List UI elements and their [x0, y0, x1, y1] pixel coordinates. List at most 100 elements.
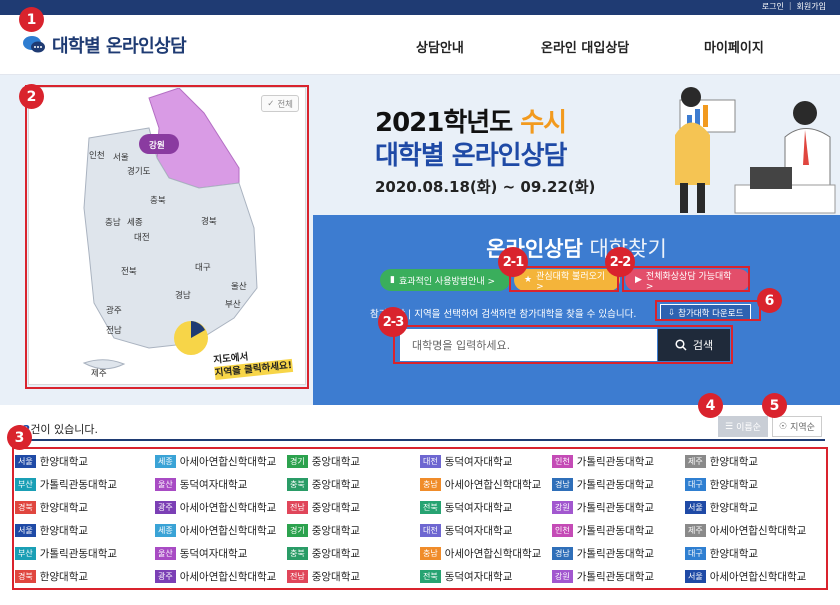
hero-title-line2: 대학별 온라인상담	[375, 141, 567, 171]
university-name: 가톨릭관동대학교	[39, 547, 118, 560]
search-button[interactable]: 검색	[658, 329, 730, 361]
map-label-daejeon[interactable]: 대전	[134, 231, 150, 243]
signup-link[interactable]: 회원가입	[797, 1, 826, 12]
university-item[interactable]: 충북 중앙대학교	[287, 542, 360, 564]
map-label-jeonnam[interactable]: 전남	[106, 324, 122, 336]
map-label-jeju[interactable]: 제주	[91, 367, 107, 379]
university-item[interactable]: 대전 동덕여자대학교	[420, 450, 512, 472]
download-label: 참가대학 다운로드	[678, 308, 744, 319]
university-item[interactable]: 서울 한양대학교	[685, 496, 758, 518]
map-label-busan[interactable]: 부산	[225, 298, 241, 310]
map-label-seoul[interactable]: 서울	[113, 151, 129, 163]
sort-by-name-button[interactable]: ☰ 이름순	[718, 416, 768, 437]
university-item[interactable]: 광주 아세아연합신학대학교	[155, 496, 276, 518]
university-name: 한양대학교	[709, 501, 759, 514]
sort-by-region-button[interactable]: ☉ 지역순	[772, 416, 822, 437]
site-logo[interactable]: 대학별 온라인상담	[22, 32, 187, 58]
university-name: 한양대학교	[709, 547, 759, 560]
region-tag: 경기	[287, 454, 308, 468]
login-link[interactable]: 로그인	[762, 1, 784, 12]
map-label-sejong[interactable]: 세종	[127, 216, 143, 228]
map-label-chungnam[interactable]: 충남	[105, 216, 121, 228]
university-name: 한양대학교	[709, 478, 759, 491]
region-tag: 제주	[685, 523, 706, 537]
map-label-gyeongnam[interactable]: 경남	[175, 289, 191, 301]
usage-guide-button[interactable]: ▮ 효과적인 사용방법안내 >	[380, 269, 510, 291]
list-icon: ☰	[725, 421, 734, 432]
university-item[interactable]: 충북 중앙대학교	[287, 473, 360, 495]
region-tag: 울산	[155, 477, 176, 491]
university-item[interactable]: 광주 아세아연합신학대학교	[155, 565, 276, 587]
university-item[interactable]: 울산 동덕여자대학교	[155, 542, 247, 564]
university-item[interactable]: 서울 한양대학교	[15, 519, 88, 541]
nav-consult-info[interactable]: 상담안내	[416, 37, 464, 56]
map-label-incheon[interactable]: 인천	[89, 149, 105, 161]
university-item[interactable]: 제주 한양대학교	[685, 450, 758, 472]
university-item[interactable]: 인천 가톨릭관동대학교	[552, 519, 654, 541]
university-item[interactable]: 서울 아세아연합신학대학교	[685, 565, 806, 587]
university-item[interactable]: 전북 동덕여자대학교	[420, 565, 512, 587]
map-label-gyeongbuk[interactable]: 경북	[201, 215, 217, 227]
university-search-input[interactable]	[400, 329, 657, 361]
region-tag: 경남	[552, 546, 573, 560]
nav-online-admission[interactable]: 온라인 대입상담	[541, 37, 629, 56]
region-tag: 강원	[552, 500, 573, 514]
university-item[interactable]: 부산 가톨릭관동대학교	[15, 542, 117, 564]
region-tag: 광주	[155, 569, 176, 583]
university-item[interactable]: 대구 한양대학교	[685, 542, 758, 564]
university-item[interactable]: 경기 중앙대학교	[287, 450, 360, 472]
result-count-suffix: 건이 있습니다.	[30, 423, 99, 436]
university-item[interactable]: 인천 가톨릭관동대학교	[552, 450, 654, 472]
region-tag: 부산	[15, 477, 36, 491]
university-item[interactable]: 대구 한양대학교	[685, 473, 758, 495]
university-item[interactable]: 전남 중앙대학교	[287, 496, 360, 518]
map-label-gyeonggi[interactable]: 경기도	[127, 165, 150, 177]
speech-bubble-icon: ▮	[390, 275, 395, 285]
university-item[interactable]: 부산 가톨릭관동대학교	[15, 473, 117, 495]
university-name: 가톨릭관동대학교	[576, 524, 655, 537]
university-item[interactable]: 세종 아세아연합신학대학교	[155, 519, 276, 541]
annotation-badge-6: 6	[757, 288, 782, 313]
university-item[interactable]: 경남 가톨릭관동대학교	[552, 542, 654, 564]
university-item[interactable]: 경기 중앙대학교	[287, 519, 360, 541]
search-button-label: 검색	[692, 339, 714, 352]
download-universities-button[interactable]: ⇩ 참가대학 다운로드	[660, 304, 752, 321]
university-item[interactable]: 강원 가톨릭관동대학교	[552, 496, 654, 518]
map-label-jeonbuk[interactable]: 전북	[121, 265, 137, 277]
region-tag: 광주	[155, 500, 176, 514]
university-item[interactable]: 울산 동덕여자대학교	[155, 473, 247, 495]
university-item[interactable]: 경북 한양대학교	[15, 496, 88, 518]
consultation-illustration	[675, 87, 836, 214]
university-item[interactable]: 강원 가톨릭관동대학교	[552, 565, 654, 587]
university-item[interactable]: 대전 동덕여자대학교	[420, 519, 512, 541]
university-item[interactable]: 전남 중앙대학교	[287, 565, 360, 587]
university-item[interactable]: 충남 아세아연합신학대학교	[420, 473, 541, 495]
nav-mypage[interactable]: 마이페이지	[704, 37, 764, 56]
region-tag: 제주	[685, 454, 706, 468]
chat-logo-icon	[23, 36, 45, 53]
region-tag: 서울	[685, 569, 706, 583]
university-item[interactable]: 경남 가톨릭관동대학교	[552, 473, 654, 495]
university-item[interactable]: 세종 아세아연합신학대학교	[155, 450, 276, 472]
map-label-daegu[interactable]: 대구	[195, 261, 211, 273]
region-tag: 대구	[685, 477, 706, 491]
university-item[interactable]: 충남 아세아연합신학대학교	[420, 542, 541, 564]
korea-map[interactable]	[29, 88, 307, 386]
map-label-chungbuk[interactable]: 충북	[150, 194, 166, 206]
university-item[interactable]: 전북 동덕여자대학교	[420, 496, 512, 518]
university-name: 아세아연합신학대학교	[179, 501, 277, 514]
university-item[interactable]: 제주 아세아연합신학대학교	[685, 519, 806, 541]
load-favorites-button[interactable]: ★ 관심대학 불러오기 >	[514, 269, 620, 292]
hero-date: 2020.08.18(화) ~ 09.22(화)	[375, 178, 596, 196]
annotation-badge-2-2: 2-2	[605, 247, 635, 277]
university-item[interactable]: 서울 한양대학교	[15, 450, 88, 472]
map-label-gangwon[interactable]: 강원	[149, 139, 165, 151]
university-name: 아세아연합신학대학교	[444, 547, 542, 560]
site-header: 대학별 온라인상담 상담안내 온라인 대입상담 마이페이지	[0, 15, 840, 75]
map-label-gwangju[interactable]: 광주	[106, 304, 122, 316]
region-tag: 전북	[420, 500, 441, 514]
map-label-ulsan[interactable]: 울산	[231, 280, 247, 292]
video-consult-universities-button[interactable]: ▶ 전체화상상담 가능대학 >	[625, 269, 750, 292]
university-item[interactable]: 경북 한양대학교	[15, 565, 88, 587]
region-tag: 세종	[155, 523, 176, 537]
